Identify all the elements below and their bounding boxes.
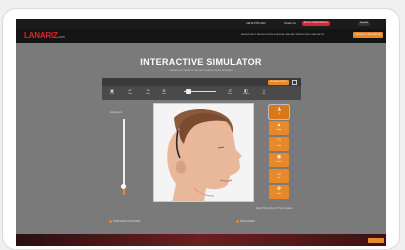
tool-zoom[interactable]: ⊕ Zoom	[158, 88, 170, 96]
zoom-slider-handle[interactable]	[186, 89, 191, 94]
feature-tip-button[interactable]: ◮ Tip	[269, 105, 289, 119]
virtual-consultation-button[interactable]: VIRTUAL CONSULTATION	[353, 32, 383, 38]
nav-links[interactable]: RHINOPLASTY REVISION NON-SURGICAL GALLER…	[241, 34, 324, 36]
profile-portrait	[154, 104, 253, 201]
chat-button[interactable]	[368, 238, 384, 243]
chin-icon: ◡	[276, 170, 282, 176]
utility-bar: Call 914 555 0100 Contact Us BOOK CONSUL…	[16, 19, 386, 29]
feature-nostril-button[interactable]: ◉ Nostril	[269, 153, 289, 167]
phone-link[interactable]: Call 914 555 0100	[246, 22, 265, 26]
simulator-toolbar: UPLOAD PHOTO ▣ Photo ↶ Undo ↷ Redo ⊕ Zoom ↺ R…	[102, 78, 301, 100]
upload-photo-button[interactable]: UPLOAD PHOTO	[268, 80, 289, 85]
tool-undo[interactable]: ↶ Undo	[124, 88, 136, 96]
nostril-icon: ◉	[276, 154, 282, 160]
browser-viewport: Call 914 555 0100 Contact Us BOOK CONSUL…	[16, 19, 386, 246]
logo-text: LANARIZ	[24, 31, 58, 40]
page-title: INTERACTIVE SIMULATOR	[140, 57, 262, 67]
next-section-banner	[16, 234, 386, 246]
site-logo[interactable]: LANARIZ.com	[24, 31, 65, 40]
tool-compare[interactable]: ◧ Compare	[240, 88, 252, 96]
feature-move-button[interactable]: ✥ Move	[269, 185, 289, 199]
device-frame: Call 914 555 0100 Contact Us BOOK CONSUL…	[2, 8, 400, 250]
main-navigation: LANARIZ.com RHINOPLASTY REVISION NON-SUR…	[16, 29, 386, 43]
adjustment-label: Adjustment	[110, 111, 122, 114]
hump-icon: ◠	[276, 138, 282, 144]
feature-ribbon: ◮ Tip ▲ Bridge ◠ Hump ◉ Nostril ◡ Chin ✥ Move	[269, 105, 289, 199]
nose-tip-icon: ◮	[277, 106, 281, 112]
feature-bridge-button[interactable]: ▲ Bridge	[269, 121, 289, 135]
page-subtitle: Upload your photo or use our model to tr…	[169, 69, 233, 72]
adjustment-slider-handle[interactable]	[121, 184, 126, 189]
how-it-works-link[interactable]: HOW DOES THIS WORK	[109, 220, 140, 223]
disclaimer-link[interactable]: DISCLAIMER	[236, 220, 255, 223]
book-consultation-button[interactable]: BOOK CONSULTATION	[302, 21, 330, 26]
tool-redo[interactable]: ↷ Redo	[142, 88, 154, 96]
view-caption[interactable]: Side Profile | Front | Three Quarter	[256, 207, 293, 210]
fullscreen-icon[interactable]	[292, 80, 297, 85]
alert-icon	[236, 220, 239, 223]
bridge-icon: ▲	[276, 122, 282, 128]
contact-link[interactable]: Contact Us	[284, 22, 296, 26]
tool-save[interactable]: ⇩ Save	[258, 88, 270, 96]
profile-photo-canvas[interactable]	[153, 103, 254, 202]
tool-reset[interactable]: ↺ Reset	[224, 88, 236, 96]
info-icon	[109, 220, 112, 223]
feature-chin-button[interactable]: ◡ Chin	[269, 169, 289, 183]
feature-hump-button[interactable]: ◠ Hump	[269, 137, 289, 151]
tool-photo[interactable]: ▣ Photo	[106, 88, 118, 96]
tool-row: ▣ Photo ↶ Undo ↷ Redo ⊕ Zoom ↺ Reset ◧ Compare…	[102, 86, 301, 100]
move-icon: ✥	[276, 186, 282, 192]
language-button[interactable]: Español	[358, 21, 370, 26]
logo-suffix: .com	[57, 35, 65, 39]
